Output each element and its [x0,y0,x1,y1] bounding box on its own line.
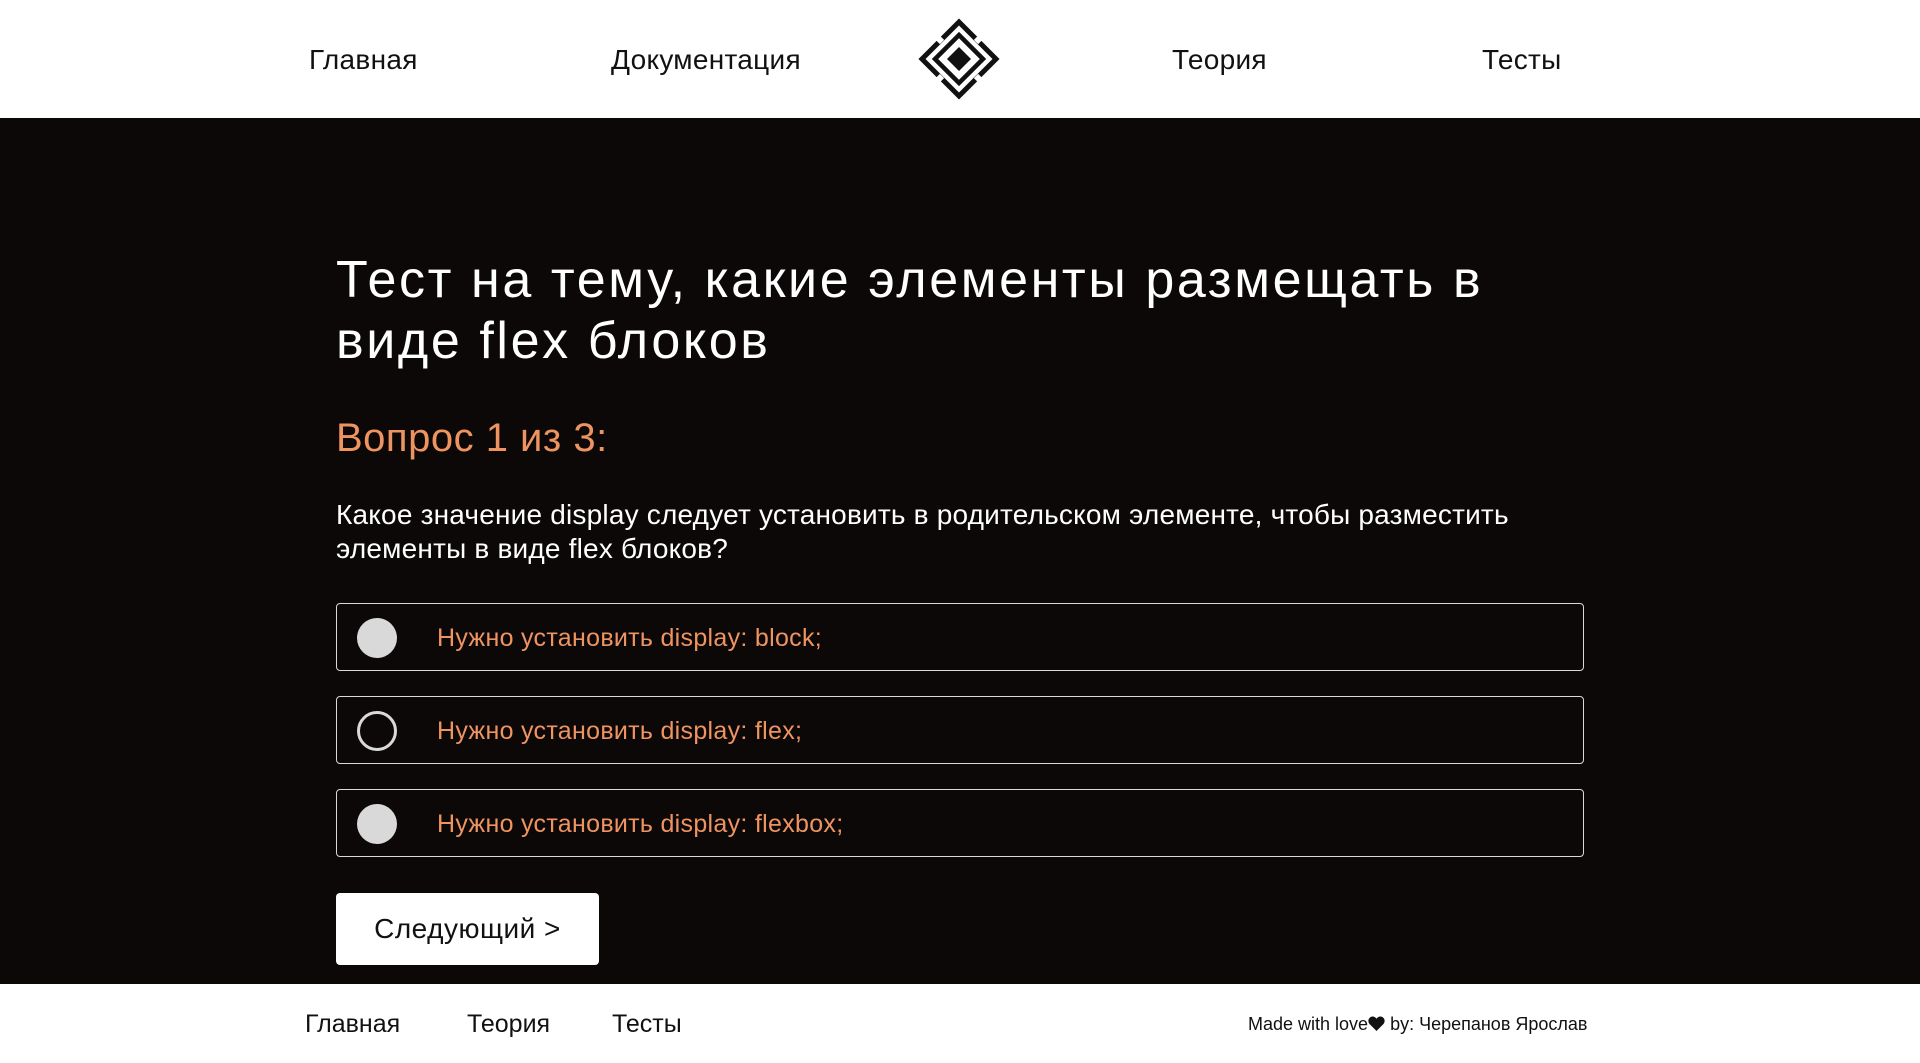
quiz-section: Тест на тему, какие элементы размещать в… [0,118,1920,984]
footer-link-theory[interactable]: Теория [467,1010,550,1039]
quiz-title: Тест на тему, какие элементы размещать в… [336,251,1484,370]
nav-link-documentation[interactable]: Документация [611,44,801,76]
answer-option-label: Нужно установить display: block; [437,624,823,652]
radio-button[interactable] [357,804,397,844]
radio-button[interactable] [357,618,397,658]
footer-credit: Made with love by: Черепанов Ярослав [1248,1014,1587,1035]
site-header: Главная Документация Теория Тесты [0,0,1920,118]
radio-button[interactable] [357,711,397,751]
answer-option-1[interactable]: Нужно установить display: block; [336,603,1584,671]
answer-option-2[interactable]: Нужно установить display: flex; [336,696,1584,764]
site-footer: Главная Теория Тесты Made with love by: … [0,984,1920,1063]
credit-prefix: Made with love [1248,1014,1369,1034]
heart-icon [1368,1016,1385,1031]
credit-suffix: by: Черепанов Ярослав [1385,1014,1588,1034]
answer-option-3[interactable]: Нужно установить display: flexbox; [336,789,1584,857]
question-counter: Вопрос 1 из 3: [336,416,608,460]
footer-link-home[interactable]: Главная [305,1010,400,1039]
footer-link-tests[interactable]: Тесты [612,1010,682,1039]
nav-link-home[interactable]: Главная [309,44,418,76]
nav-link-tests[interactable]: Тесты [1482,44,1562,76]
next-button[interactable]: Следующий > [336,893,599,965]
nav-link-theory[interactable]: Теория [1172,44,1267,76]
answer-option-label: Нужно установить display: flexbox; [437,810,844,838]
answer-option-label: Нужно установить display: flex; [437,717,803,745]
diamond-logo-icon[interactable] [918,18,1000,100]
question-text: Какое значение display следует установит… [336,499,1509,564]
